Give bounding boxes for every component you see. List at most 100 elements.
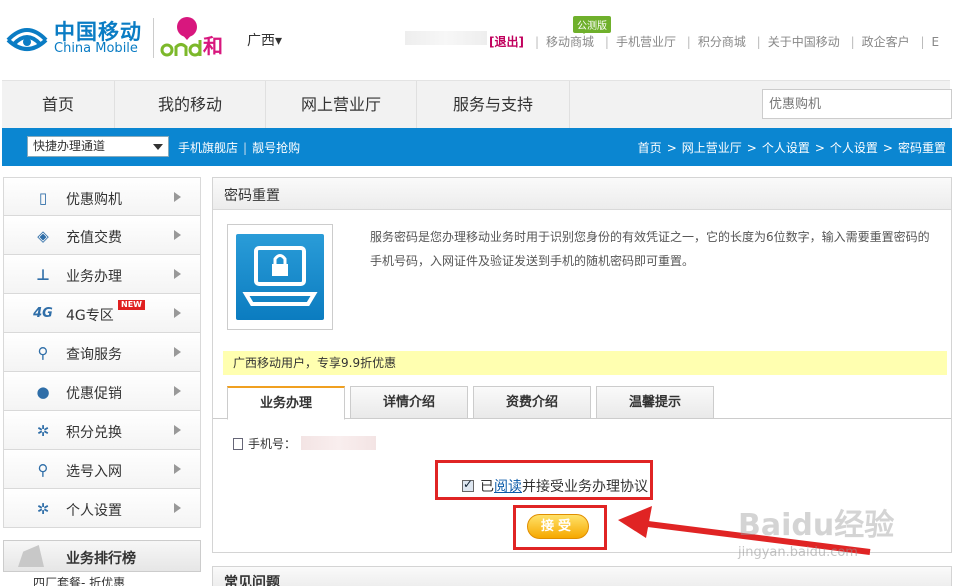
baidu-watermark: Baidu经验 bbox=[738, 508, 895, 543]
nav-service-support[interactable]: 服务与支持 bbox=[417, 81, 570, 128]
promo-banner: 广西移动用户，专享9.9折优惠 bbox=[223, 351, 947, 375]
divider: | bbox=[756, 35, 761, 49]
search-person-icon: ⚲ bbox=[37, 344, 49, 362]
arrow-right-icon bbox=[174, 308, 186, 318]
link-mobile-mall[interactable]: 移动商城 bbox=[546, 35, 594, 49]
top-header: 中国移动 China Mobile 和 广西▾ [退出] 公测版 | 移动商城 |… bbox=[0, 0, 958, 80]
sidebar-item-label: 选号入网 bbox=[66, 464, 122, 480]
ranking-title: 业务排行榜 bbox=[66, 551, 136, 567]
link-about[interactable]: 关于中国移动 bbox=[768, 35, 840, 49]
quick-bar: 快捷办理通道 手机旗舰店 | 靓号抢购 首页 > 网上营业厅 > 个人设置 > 个人设置 > 密码重… bbox=[2, 128, 952, 166]
link-e[interactable]: E bbox=[932, 35, 940, 49]
sidebar-item-recharge[interactable]: ◈ 充值交费 bbox=[3, 216, 201, 255]
link-flagship-store[interactable]: 手机旗舰店 bbox=[178, 141, 238, 155]
phone-number-redacted bbox=[301, 436, 376, 450]
baidu-watermark-url: jingyan.baidu.com bbox=[738, 545, 858, 560]
divider: | bbox=[686, 35, 691, 49]
breadcrumb-home[interactable]: 首页 bbox=[638, 141, 662, 155]
arrow-right-icon bbox=[174, 503, 186, 513]
tag-icon: ● bbox=[36, 383, 50, 401]
search-input[interactable] bbox=[762, 89, 952, 119]
brand-he-text: 和 bbox=[203, 34, 223, 58]
agreement-read-link[interactable]: 阅读 bbox=[494, 479, 522, 495]
sidebar-item-promotions[interactable]: ● 优惠促销 bbox=[3, 372, 201, 411]
chevron-down-icon: ▾ bbox=[275, 33, 283, 49]
laptop-lock-icon bbox=[236, 234, 324, 320]
sidebar-item-label: 优惠促销 bbox=[66, 386, 122, 402]
link-enterprise[interactable]: 政企客户 bbox=[862, 35, 910, 49]
region-selector[interactable]: 广西▾ bbox=[247, 30, 282, 50]
person-icon: ⚲ bbox=[37, 461, 49, 479]
logo-english-text: China Mobile bbox=[54, 41, 138, 56]
username-redacted bbox=[405, 31, 487, 45]
logo-divider bbox=[153, 18, 154, 58]
sidebar-item-label: 个人设置 bbox=[66, 503, 122, 519]
sidebar-item-label: 4G专区 bbox=[66, 308, 114, 324]
phone-label: 手机号： bbox=[248, 437, 297, 451]
divider: | bbox=[243, 141, 248, 155]
tab-details[interactable]: 详情介绍 bbox=[350, 386, 468, 419]
sidebar-item-business[interactable]: ⊥ 业务办理 bbox=[3, 255, 201, 294]
service-description: 服务密码是您办理移动业务时用于识别您身份的有效凭证之一，它的长度为6位数字，输入… bbox=[370, 230, 930, 268]
link-points-mall[interactable]: 积分商城 bbox=[698, 35, 746, 49]
chevron-right-icon: > bbox=[814, 141, 825, 155]
agreement-row: 已阅读并接受业务办理协议 bbox=[462, 476, 648, 496]
divider: | bbox=[920, 35, 925, 49]
chevron-right-icon: > bbox=[882, 141, 893, 155]
arrow-right-icon bbox=[174, 192, 186, 202]
sidebar-item-label: 优惠购机 bbox=[66, 192, 122, 208]
password-reset-panel: 密码重置 服务密码是您办理移动业务时用于识别您身份的有效凭证之一，它的长度为6位… bbox=[212, 177, 952, 553]
sidebar-item-query[interactable]: ⚲ 查询服务 bbox=[3, 333, 201, 372]
breadcrumb-current: 密码重置 bbox=[897, 141, 946, 155]
left-sidebar: ▯ 优惠购机 ◈ 充值交费 ⊥ 业务办理 4G 4G专区 NEW ⚲ 查询服务 … bbox=[3, 177, 201, 528]
link-number-grab[interactable]: 靓号抢购 bbox=[252, 141, 300, 155]
and-brand-logo[interactable]: 和 bbox=[160, 14, 230, 60]
divider: | bbox=[604, 35, 609, 49]
and-logo-icon bbox=[160, 17, 202, 57]
chevron-right-icon: > bbox=[746, 141, 757, 155]
sidebar-item-phone-purchase[interactable]: ▯ 优惠购机 bbox=[3, 177, 201, 216]
accept-button[interactable]: 接受 bbox=[527, 514, 589, 539]
service-thumbnail bbox=[227, 224, 333, 330]
sidebar-item-personal-settings[interactable]: ✲ 个人设置 bbox=[3, 489, 201, 528]
page-title: 密码重置 bbox=[213, 178, 951, 210]
sidebar-item-select-number[interactable]: ⚲ 选号入网 bbox=[3, 450, 201, 489]
tree-icon: ⊥ bbox=[36, 266, 50, 284]
sidebar-item-points[interactable]: ✲ 积分兑换 bbox=[3, 411, 201, 450]
china-mobile-logo-icon bbox=[6, 28, 48, 51]
breadcrumb-personal-settings[interactable]: 个人设置 bbox=[762, 141, 810, 155]
tab-business[interactable]: 业务办理 bbox=[227, 386, 345, 420]
nav-home[interactable]: 首页 bbox=[2, 81, 115, 128]
sidebar-item-label: 充值交费 bbox=[66, 230, 122, 246]
quick-links: 手机旗舰店 | 靓号抢购 bbox=[178, 139, 300, 156]
arrow-right-icon bbox=[174, 425, 186, 435]
arrow-right-icon bbox=[174, 464, 186, 474]
gear-icon: ✲ bbox=[36, 500, 50, 518]
agreement-suffix: 并接受业务办理协议 bbox=[522, 479, 648, 495]
sidebar-item-label: 查询服务 bbox=[66, 347, 122, 363]
logout-link[interactable]: [退出] bbox=[489, 33, 524, 50]
nav-online-hall[interactable]: 网上营业厅 bbox=[266, 81, 417, 128]
region-label: 广西 bbox=[247, 33, 275, 49]
nav-my-mobile[interactable]: 我的移动 bbox=[115, 81, 266, 128]
4g-icon: 4G bbox=[33, 306, 53, 321]
quick-channel-value: 快捷办理通道 bbox=[33, 139, 106, 153]
main-nav: 首页 我的移动 网上营业厅 服务与支持 bbox=[2, 80, 952, 128]
laptop-lock-graphic bbox=[242, 246, 318, 306]
phone-icon bbox=[233, 438, 243, 450]
divider: | bbox=[535, 35, 540, 49]
tab-tips[interactable]: 温馨提示 bbox=[596, 386, 714, 419]
new-badge: NEW bbox=[118, 300, 145, 310]
china-mobile-logo[interactable]: 中国移动 China Mobile bbox=[4, 16, 152, 60]
quick-channel-select[interactable]: 快捷办理通道 bbox=[27, 136, 169, 157]
ranking-item[interactable]: 四厂套餐- 折优惠 bbox=[3, 574, 201, 586]
agreement-prefix: 已 bbox=[480, 479, 494, 495]
link-mobile-hall[interactable]: 手机营业厅 bbox=[616, 35, 676, 49]
tab-fees[interactable]: 资费介绍 bbox=[473, 386, 591, 419]
breadcrumb-personal-settings-2[interactable]: 个人设置 bbox=[830, 141, 878, 155]
agreement-checkbox[interactable] bbox=[462, 477, 474, 492]
sidebar-item-label: 积分兑换 bbox=[66, 425, 122, 441]
sidebar-item-4g[interactable]: 4G 4G专区 NEW bbox=[3, 294, 201, 333]
breadcrumb-online-hall[interactable]: 网上营业厅 bbox=[682, 141, 742, 155]
ranking-header: 业务排行榜 bbox=[3, 540, 201, 572]
